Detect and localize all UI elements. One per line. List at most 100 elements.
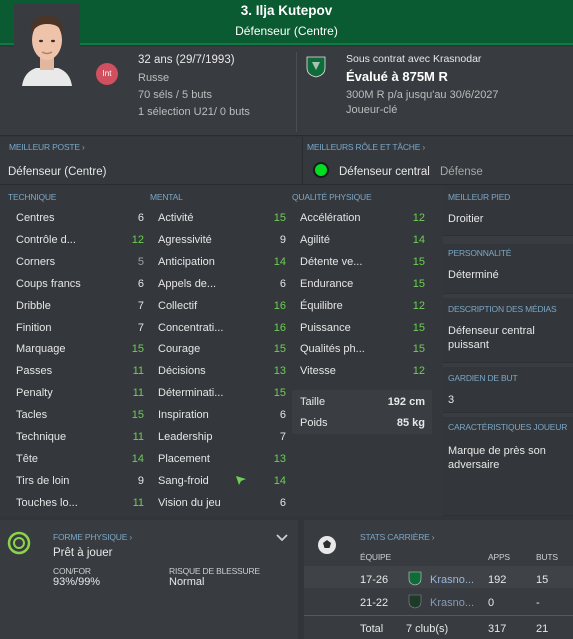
attribute-name: Équilibre [300,299,343,312]
career-apps: 192 [488,574,507,586]
attribute-row[interactable]: Leadership 7 [158,426,288,448]
attribute-row[interactable]: Équilibre 12 [300,295,433,317]
attribute-row[interactable]: Détente ve... 15 [300,251,433,273]
attribute-value: 11 [132,496,144,509]
attribute-row[interactable]: Tête 14 [16,448,146,470]
confor-value: 93%/99% [53,576,101,588]
club-crest-icon [408,594,422,609]
technique-label: TECHNIQUE [8,192,57,202]
attribute-name: Activité [158,212,194,224]
best-role[interactable]: Défenseur central [339,166,430,178]
player-position: Défenseur (Centre) [235,24,338,38]
career-total-clubs: 7 club(s) [406,623,449,635]
attribute-value: 12 [131,233,144,246]
attribute-name: Tirs de loin [16,474,70,487]
attribute-row[interactable]: Dribble 7 [16,295,146,317]
attribute-name: Concentrati... [158,321,224,334]
attribute-row[interactable]: Penalty 11 [16,382,146,404]
attribute-value: 14 [131,452,144,465]
attribute-name: Finition [16,321,52,334]
attribute-row[interactable]: Marquage 15 [16,338,146,360]
attribute-value: 12 [412,299,425,312]
attribute-name: Vision du jeu [158,496,221,509]
attribute-value: 15 [412,321,425,334]
traits-value: Marque de près son adversaire [448,445,546,471]
attribute-row[interactable]: Accélération 12 [300,207,433,229]
attribute-value: 12 [412,212,425,224]
attribute-row[interactable]: Contrôle d... 12 [16,229,146,251]
career-label[interactable]: STATS CARRIÈRE › [360,532,435,542]
attribute-row[interactable]: Vitesse 12 [300,360,433,382]
attribute-row[interactable]: Agilité 14 [300,229,433,251]
attribute-value: 15 [412,277,425,290]
attribute-row[interactable]: Collectif 16 [158,295,288,317]
attribute-row[interactable]: Endurance 15 [300,273,433,295]
attribute-row[interactable]: Courage 15 [158,338,288,360]
club-crest-icon [408,571,422,586]
media-value: Défenseur central puissant [448,325,535,351]
chevron-down-icon[interactable] [276,534,288,542]
condition-ring-icon [7,531,31,555]
traits-label: CARACTÉRISTIQUES JOUEUR [448,422,568,432]
attribute-name: Collectif [158,299,198,312]
caps: 70 séls / 5 buts [138,89,212,101]
career-season: 21-22 [360,597,389,609]
attribute-row[interactable]: Centres 6 [16,207,146,229]
career-team[interactable]: Krasno... [430,597,474,609]
attribute-value: 15 [273,212,286,224]
attribute-row[interactable]: Technique 11 [16,426,146,448]
attribute-row[interactable]: Touches lo... 11 [16,492,146,514]
attribute-row[interactable]: Déterminati... 15 [158,382,288,404]
attribute-row[interactable]: Placement 13 [158,448,288,470]
attribute-value: 15 [412,255,425,268]
attribute-row[interactable]: Sang-froid 14 [158,470,288,492]
personality-label: PERSONNALITÉ [448,248,512,258]
attribute-row[interactable]: Agressivité 9 [158,229,288,251]
condition-label[interactable]: FORME PHYSIQUE › [53,532,132,542]
career-total-apps: 317 [488,623,507,635]
attribute-row[interactable]: Vision du jeu 6 [158,492,288,514]
attribute-row[interactable]: Tirs de loin 9 [16,470,146,492]
foot-label: MEILLEUR PIED [448,192,511,202]
player-name: 3. Ilja Kutepov [240,3,333,18]
u21-caps: 1 sélection U21/ 0 buts [138,106,250,118]
best-role-label[interactable]: MEILLEURS RÔLE ET TÂCHE › [307,142,425,152]
attribute-row[interactable]: Corners 5 [16,251,146,273]
attribute-name: Accélération [300,212,361,224]
attribute-name: Corners [16,255,56,268]
condition-status: Prêt à jouer [53,547,113,559]
attribute-value: 12 [412,365,425,378]
attribute-row[interactable]: Appels de... 6 [158,273,288,295]
goalkeeper-value: 3 [448,394,455,406]
attribute-value: 7 [279,431,286,443]
career-team[interactable]: Krasno... [430,574,474,586]
attribute-row[interactable]: Finition 7 [16,317,146,339]
attribute-row[interactable]: Passes 11 [16,360,146,382]
attribute-row[interactable]: Inspiration 6 [158,404,288,426]
attribute-name: Tête [16,452,39,465]
attribute-value: 6 [137,277,144,290]
attribute-value: 14 [273,255,286,268]
attribute-row[interactable]: Activité 15 [158,207,288,229]
attribute-name: Agilité [300,233,330,246]
attribute-row[interactable]: Qualités ph... 15 [300,338,433,360]
attribute-row[interactable]: Concentrati... 16 [158,317,288,339]
player-photo[interactable] [14,4,80,86]
media-label: DESCRIPTION DES MÉDIAS [448,304,557,314]
attribute-name: Technique [16,431,67,443]
attribute-name: Vitesse [300,365,336,378]
attribute-row[interactable]: Tacles 15 [16,404,146,426]
krasnodar-crest-icon[interactable] [306,56,326,78]
trend-arrow-icon [236,476,246,485]
best-position-label[interactable]: MEILLEUR POSTE › [9,142,85,152]
attribute-row[interactable]: Décisions 13 [158,360,288,382]
best-duty: Défense [440,166,483,178]
foot-value: Droitier [448,213,484,225]
attribute-name: Puissance [300,321,351,334]
attribute-name: Agressivité [158,233,212,246]
value: Évalué à 875M R [346,69,448,84]
attribute-row[interactable]: Anticipation 14 [158,251,288,273]
attribute-row[interactable]: Puissance 15 [300,317,433,339]
injury-value: Normal [169,576,205,588]
attribute-row[interactable]: Coups francs 6 [16,273,146,295]
